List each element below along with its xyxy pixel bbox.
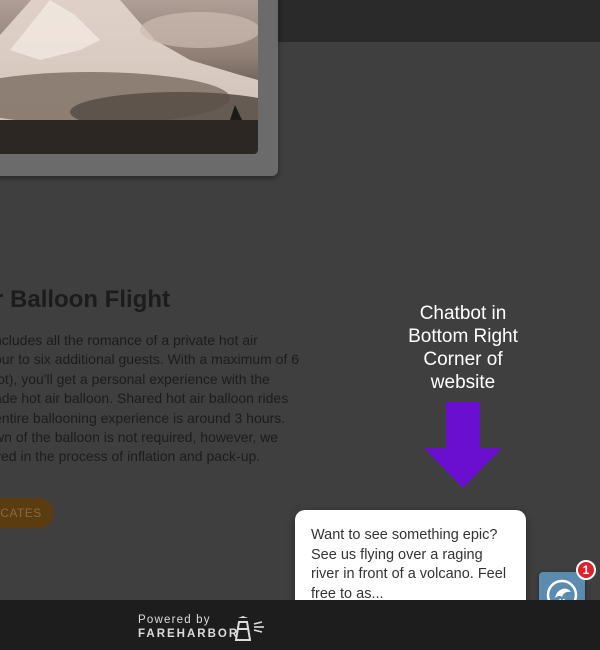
tour-description: ncludes all the romance of a private hot… xyxy=(0,331,350,467)
chatbot-annotation: Chatbot in Bottom Right Corner of websit… xyxy=(378,302,548,394)
description-line: entire ballooning experience is around 3… xyxy=(0,409,286,426)
annotation-line: Bottom Right xyxy=(408,326,518,347)
annotation-line: Corner of xyxy=(423,349,503,370)
description-line: lot), you'll get a personal experience w… xyxy=(0,370,270,387)
volcano-image xyxy=(0,0,258,154)
annotation-line: website xyxy=(430,372,496,393)
arrow-down-icon xyxy=(424,402,502,488)
description-line: ncludes all the romance of a private hot… xyxy=(0,332,258,348)
hero-photo-card xyxy=(0,0,278,176)
gift-certificates-button[interactable]: CATES xyxy=(0,498,54,528)
notification-badge: 1 xyxy=(576,560,596,580)
description-line: ade hot air balloon. Shared hot air ball… xyxy=(0,390,289,407)
annotation-line: Chatbot in xyxy=(419,303,507,324)
lighthouse-icon xyxy=(234,616,264,641)
tour-title: r Balloon Flight xyxy=(0,286,170,313)
powered-by-label: Powered by xyxy=(138,614,211,626)
description-line: ved in the process of inflation and pack… xyxy=(0,448,261,465)
hero-photo xyxy=(0,0,258,154)
description-line: wn of the balloon is not required, howev… xyxy=(0,429,279,446)
powered-by-fareharbor[interactable]: Powered by FAREHARBOR xyxy=(138,613,239,641)
description-line: our to six additional guests. With a max… xyxy=(0,351,300,368)
footer-bar xyxy=(0,600,600,650)
fareharbor-brand: FAREHARBOR xyxy=(138,628,240,640)
